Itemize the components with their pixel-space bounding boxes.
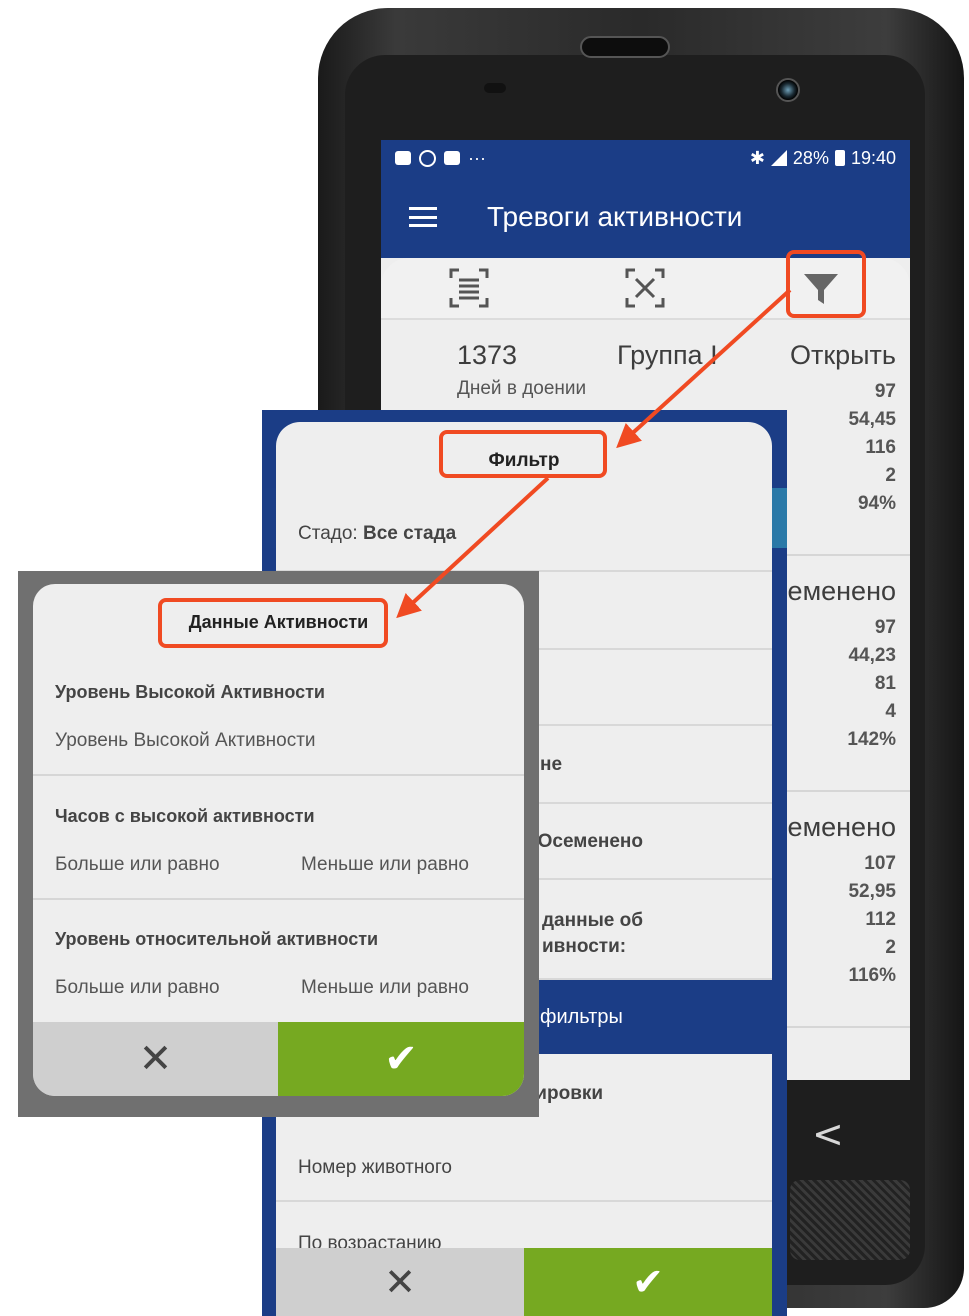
card-values: 107 52,95 112 2 116% — [848, 850, 896, 990]
sensor-icon — [484, 83, 506, 93]
card-values: 97 44,23 81 4 142% — [847, 614, 896, 754]
app-bar: Тревоги активности — [381, 176, 910, 258]
value: 107 — [864, 853, 896, 874]
gallery-icon — [395, 151, 411, 165]
high-activity-level-input[interactable]: Уровень Высокой Активности — [55, 730, 316, 752]
app-icon — [419, 149, 436, 167]
activity-ok-button[interactable]: ✔ — [278, 1022, 524, 1096]
filter-ok-button[interactable]: ✔ — [524, 1248, 772, 1316]
sort-field: Номер животного — [298, 1157, 452, 1178]
filter-row-label: не — [540, 754, 563, 775]
dim-label: Дней в доении — [457, 378, 587, 399]
value: 54,45 — [848, 409, 896, 430]
card-values: 97 54,45 116 2 94% — [848, 378, 896, 518]
value: 112 — [865, 909, 896, 930]
speaker-grill — [790, 1180, 910, 1260]
clock: 19:40 — [850, 147, 896, 168]
page-title: Тревоги активности — [487, 201, 743, 232]
activity-title-highlight — [158, 598, 388, 648]
herd-row[interactable]: Стадо: Все стада — [276, 518, 772, 572]
value: 116% — [848, 965, 896, 986]
value: 2 — [885, 465, 896, 486]
activity-data-label-2: ивности: — [542, 936, 627, 957]
filter-title-highlight — [439, 430, 607, 478]
divider — [33, 898, 524, 900]
sort-order: По возрастанию — [298, 1233, 442, 1248]
value: 116 — [865, 437, 896, 458]
status-label: Открыть — [789, 340, 896, 370]
battery-percent: 28% — [792, 147, 829, 168]
value: 97 — [874, 381, 896, 402]
activity-data-label: данные об — [542, 910, 643, 931]
hours-high-activity-title: Часов с высокой активности — [55, 806, 315, 826]
value: 4 — [885, 701, 896, 722]
battery-icon — [834, 150, 845, 166]
bluetooth-icon: ✱ — [749, 147, 765, 168]
high-activity-level-title: Уровень Высокой Активности — [55, 682, 325, 702]
value: 2 — [885, 937, 896, 958]
divider — [33, 774, 524, 776]
status-label: еменено — [787, 812, 896, 842]
status-label: еменено — [787, 576, 896, 606]
value: 44,23 — [848, 645, 896, 666]
filter-cancel-button[interactable]: ✕ — [276, 1248, 524, 1316]
status-filter-value: : Осеменено — [526, 831, 644, 852]
status-bar: ··· ✱ 28% 19:40 — [381, 140, 910, 176]
activity-cancel-button[interactable]: ✕ — [33, 1022, 278, 1096]
value: 142% — [847, 729, 896, 750]
value: 97 — [874, 617, 896, 638]
value: 52,95 — [848, 881, 896, 902]
select-all-icon[interactable] — [449, 268, 489, 308]
filter-icon-highlight — [786, 250, 866, 318]
more-notifications: ··· — [468, 147, 486, 168]
speaker-icon — [580, 36, 670, 58]
hours-high-max-input[interactable]: Меньше или равно — [301, 854, 469, 876]
animal-id: 1373 — [457, 340, 518, 370]
camera-icon — [776, 78, 800, 102]
relative-activity-title: Уровень относительной активности — [55, 929, 379, 949]
herd-value: Все стада — [363, 523, 457, 544]
value: 81 — [874, 673, 896, 694]
youtube-icon — [444, 151, 460, 165]
relative-min-input[interactable]: Больше или равно — [55, 977, 220, 999]
value: 94% — [857, 493, 896, 514]
hours-high-min-input[interactable]: Больше или равно — [55, 854, 220, 876]
herd-label: Стадо: — [298, 523, 358, 544]
sort-field-row[interactable]: Номер животного — [276, 1134, 772, 1202]
activity-data-dialog: Данные Активности Уровень Высокой Активн… — [33, 584, 524, 1096]
back-key-icon[interactable]: < — [812, 1112, 844, 1156]
sort-order-row[interactable]: По возрастанию — [276, 1202, 772, 1248]
deselect-icon[interactable] — [625, 268, 665, 308]
menu-icon[interactable] — [409, 207, 437, 227]
relative-max-input[interactable]: Меньше или равно — [301, 977, 469, 999]
group-name: Группа I — [617, 340, 718, 370]
signal-icon — [770, 150, 787, 166]
